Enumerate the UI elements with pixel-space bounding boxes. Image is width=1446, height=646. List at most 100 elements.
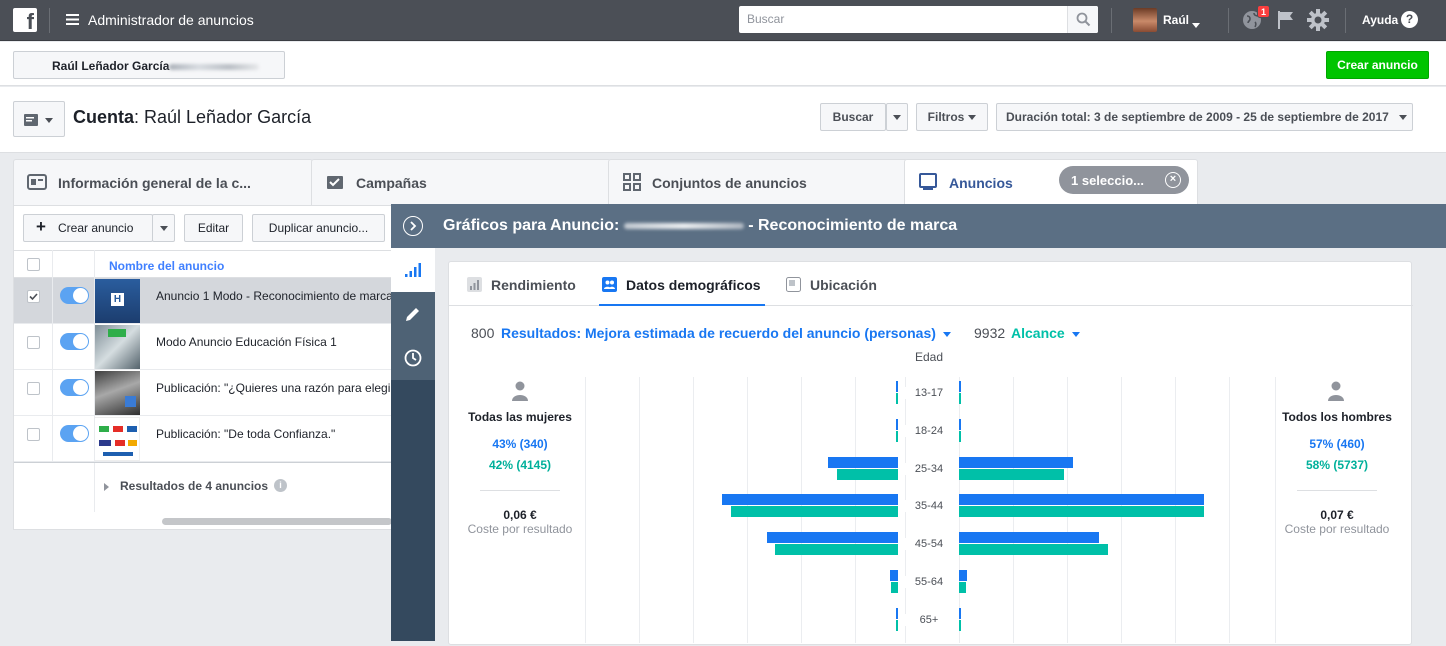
bar-mujeres-results-25-34[interactable] bbox=[827, 456, 898, 468]
tab-label: Campañas bbox=[356, 175, 427, 191]
bar-mujeres-results-18-24[interactable] bbox=[896, 418, 898, 430]
avatar[interactable] bbox=[1133, 8, 1157, 32]
search-button[interactable]: Buscar bbox=[820, 103, 886, 131]
horizontal-scrollbar[interactable] bbox=[162, 518, 392, 525]
ad-thumbnail bbox=[94, 417, 140, 461]
row-checkbox[interactable] bbox=[27, 428, 40, 441]
bar-mujeres-reach-35-44[interactable] bbox=[731, 506, 898, 518]
create-ad-label: Crear anuncio bbox=[58, 221, 134, 235]
date-range-picker[interactable]: Duración total: 3 de septiembre de 2009 … bbox=[996, 103, 1413, 131]
bar-mujeres-reach-65+[interactable] bbox=[896, 619, 898, 631]
grid-line bbox=[693, 377, 694, 643]
column-header-name[interactable]: Nombre del anuncio bbox=[109, 259, 224, 273]
ad-name[interactable]: Publicación: "De toda Confianza." bbox=[156, 427, 392, 441]
bar-hombres-reach-25-34[interactable] bbox=[959, 468, 1064, 480]
age-tick-label: 65+ bbox=[899, 613, 959, 626]
search-options-dropdown[interactable] bbox=[886, 103, 908, 131]
create-ad-button[interactable]: Crear anuncio bbox=[1326, 51, 1429, 79]
brand-mark-icon bbox=[125, 396, 136, 407]
ad-name[interactable]: Publicación: "¿Quieres una razón para el… bbox=[156, 381, 392, 395]
status-toggle[interactable] bbox=[60, 379, 89, 396]
status-toggle[interactable] bbox=[60, 425, 89, 442]
bar-mujeres-reach-18-24[interactable] bbox=[896, 430, 898, 442]
bar-mujeres-results-13-17[interactable] bbox=[896, 381, 898, 392]
search-input[interactable]: Buscar bbox=[739, 6, 1098, 33]
close-icon[interactable]: × bbox=[1165, 172, 1181, 188]
bar-mujeres-results-65+[interactable] bbox=[896, 607, 898, 619]
edit-button[interactable]: Editar bbox=[184, 214, 243, 242]
ad-name[interactable]: Anuncio 1 Modo - Reconocimiento de marca bbox=[156, 289, 392, 303]
ad-thumbnail bbox=[94, 325, 140, 369]
search-button[interactable] bbox=[1067, 6, 1098, 33]
bar-mujeres-results-45-54[interactable] bbox=[767, 532, 898, 544]
facebook-logo-icon[interactable]: f bbox=[13, 8, 37, 34]
rail-charts[interactable] bbox=[391, 248, 435, 292]
ad-name[interactable]: Modo Anuncio Educación Física 1 bbox=[156, 335, 392, 349]
bar-mujeres-reach-13-17[interactable] bbox=[896, 393, 898, 404]
create-ad-table-button[interactable]: + Crear anuncio bbox=[23, 214, 153, 242]
account-overview-icon bbox=[27, 174, 47, 190]
user-name[interactable]: Raúl bbox=[1163, 13, 1189, 27]
tab-account-overview[interactable]: Información general de la c... bbox=[13, 159, 313, 205]
app-title[interactable]: Administrador de anuncios bbox=[88, 12, 254, 28]
info-icon[interactable]: i bbox=[274, 479, 287, 492]
create-ad-options-dropdown[interactable] bbox=[152, 214, 175, 242]
rail-history[interactable] bbox=[391, 336, 435, 380]
row-checkbox[interactable] bbox=[27, 382, 40, 395]
table-row[interactable]: Publicación: "De toda Confianza." bbox=[14, 416, 394, 462]
bar-mujeres-results-55-64[interactable] bbox=[889, 570, 898, 581]
bar-hombres-reach-13-17[interactable] bbox=[959, 393, 961, 404]
row-checkbox[interactable] bbox=[27, 290, 40, 303]
bar-hombres-reach-55-64[interactable] bbox=[959, 582, 967, 593]
bar-hombres-results-25-34[interactable] bbox=[959, 456, 1074, 468]
flag-icon[interactable] bbox=[1277, 10, 1295, 30]
account-selector[interactable]: Raúl Leñador García bbox=[13, 51, 285, 79]
filters-button[interactable]: Filtros bbox=[916, 103, 988, 131]
status-toggle[interactable] bbox=[60, 333, 89, 350]
bar-mujeres-results-35-44[interactable] bbox=[722, 494, 898, 506]
brand-logo-icon: H bbox=[111, 293, 124, 306]
tab-campaigns[interactable]: Campañas bbox=[311, 159, 611, 205]
bar-mujeres-reach-25-34[interactable] bbox=[837, 468, 898, 480]
bar-hombres-results-13-17[interactable] bbox=[959, 381, 961, 392]
rail-edit[interactable] bbox=[391, 292, 435, 336]
bar-hombres-results-55-64[interactable] bbox=[959, 570, 968, 581]
bar-mujeres-reach-45-54[interactable] bbox=[775, 544, 898, 556]
bar-hombres-results-65+[interactable] bbox=[959, 607, 961, 619]
bar-hombres-results-18-24[interactable] bbox=[959, 418, 961, 430]
help-icon[interactable]: ? bbox=[1401, 11, 1418, 28]
account-header: Cuenta: Raúl Leñador García Buscar Filtr… bbox=[0, 87, 1446, 153]
ads-table-panel: + Crear anuncio Editar Duplicar anuncio.… bbox=[13, 205, 394, 530]
bar-hombres-results-35-44[interactable] bbox=[959, 494, 1205, 506]
tab-ad-sets[interactable]: Conjuntos de anuncios bbox=[608, 159, 908, 205]
help-label[interactable]: Ayuda bbox=[1362, 13, 1398, 27]
table-footer: Resultados de 4 anuncios i bbox=[14, 462, 394, 512]
table-row[interactable]: Modo Anuncio Educación Física 1 bbox=[14, 324, 394, 370]
page-title: Cuenta: Raúl Leñador García bbox=[73, 107, 311, 128]
hamburger-menu-icon[interactable] bbox=[66, 13, 79, 26]
age-tick-label: 55-64 bbox=[899, 576, 959, 588]
search-placeholder: Buscar bbox=[747, 12, 785, 26]
age-tick-label: 35-44 bbox=[899, 500, 959, 513]
table-row[interactable]: Publicación: "¿Quieres una razón para el… bbox=[14, 370, 394, 416]
chevron-right-icon[interactable] bbox=[104, 483, 109, 491]
bar-hombres-results-45-54[interactable] bbox=[959, 532, 1100, 544]
status-toggle[interactable] bbox=[60, 287, 89, 304]
table-row[interactable]: H Anuncio 1 Modo - Reconocimiento de mar… bbox=[14, 278, 394, 324]
account-menu-button[interactable] bbox=[13, 101, 65, 137]
bar-mujeres-reach-55-64[interactable] bbox=[890, 582, 898, 593]
gear-icon[interactable] bbox=[1307, 9, 1329, 31]
bar-hombres-reach-18-24[interactable] bbox=[959, 430, 961, 442]
bar-hombres-reach-35-44[interactable] bbox=[959, 506, 1205, 518]
chevron-down-icon[interactable] bbox=[1192, 17, 1200, 35]
redacted-text bbox=[169, 63, 260, 70]
bar-hombres-reach-65+[interactable] bbox=[959, 619, 961, 631]
bar-hombres-reach-45-54[interactable] bbox=[959, 544, 1108, 556]
brand-mark-icon bbox=[127, 426, 137, 432]
select-all-checkbox[interactable] bbox=[27, 258, 40, 271]
row-checkbox[interactable] bbox=[27, 336, 40, 349]
collapse-panel-button[interactable] bbox=[403, 216, 423, 236]
selection-pill[interactable]: 1 seleccio... × bbox=[1059, 166, 1189, 194]
age-tick-label: 25-34 bbox=[899, 462, 959, 475]
duplicate-button[interactable]: Duplicar anuncio... bbox=[252, 214, 385, 242]
